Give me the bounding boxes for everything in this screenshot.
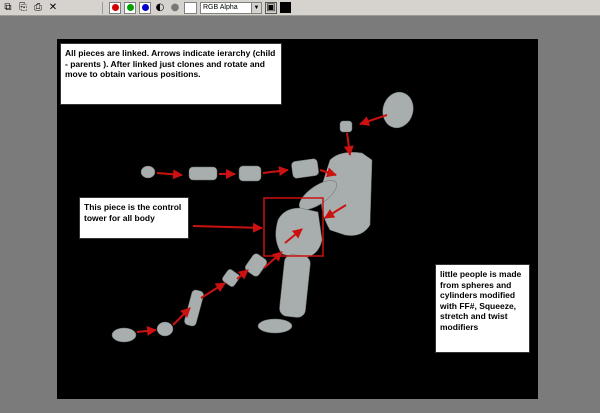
hierarchy-arrow xyxy=(343,132,354,156)
forearm-piece-2 xyxy=(238,165,262,182)
hierarchy-arrow xyxy=(156,169,183,180)
forearm-piece-1 xyxy=(188,166,218,181)
pelvis-control-piece xyxy=(275,207,323,259)
control-tower-note: This piece is the control tower for all … xyxy=(79,197,189,239)
hierarchy-arrow xyxy=(136,325,157,336)
hierarchy-arrow xyxy=(192,222,263,233)
hierarchy-arrow xyxy=(359,114,388,126)
thigh-piece xyxy=(279,254,311,318)
ankle-sphere xyxy=(156,321,174,337)
toe-piece xyxy=(111,327,137,343)
materials-note: little people is made from spheres and c… xyxy=(435,264,530,353)
hierarchy-arrow xyxy=(263,251,283,269)
hand-sphere xyxy=(140,165,156,179)
leg-piece-3 xyxy=(184,289,204,327)
head-sphere xyxy=(382,91,414,129)
foot-piece xyxy=(257,318,293,334)
neck-piece xyxy=(339,120,353,133)
hierarchy-arrow xyxy=(236,269,249,280)
hierarchy-note: All pieces are linked. Arrows indicate i… xyxy=(60,43,282,105)
hierarchy-arrow xyxy=(262,166,289,177)
upper-arm-piece xyxy=(291,158,319,179)
hierarchy-arrow xyxy=(200,282,226,299)
